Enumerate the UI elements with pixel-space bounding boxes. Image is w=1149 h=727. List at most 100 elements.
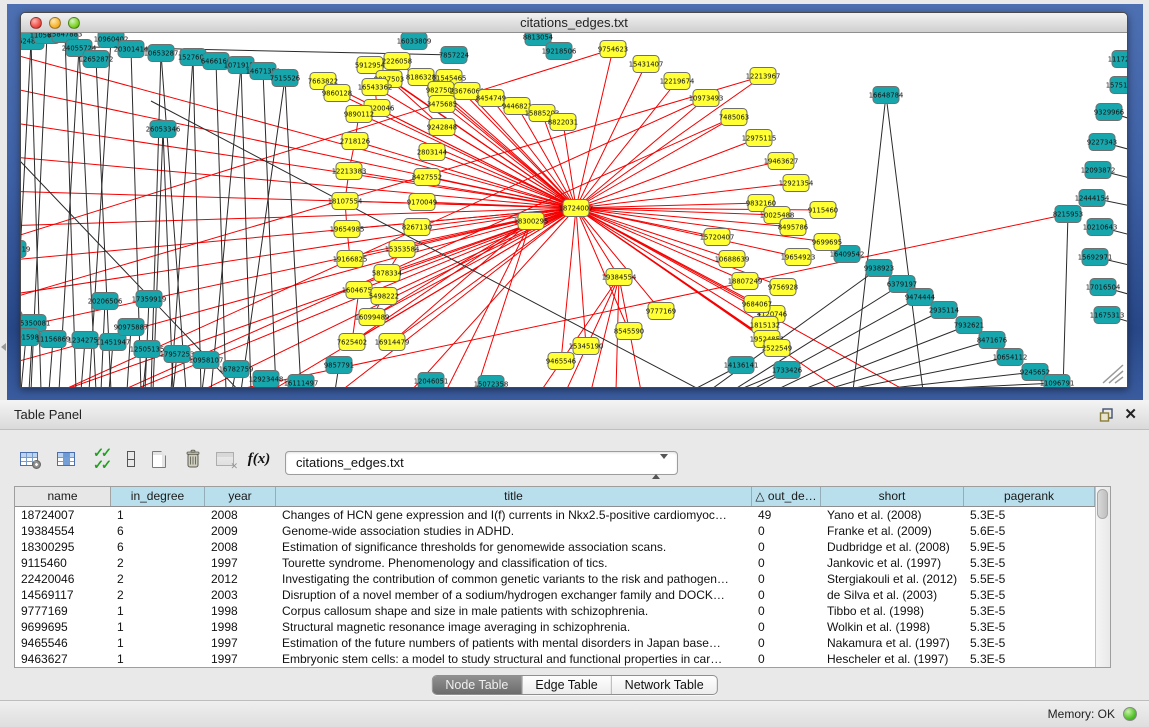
graph-node[interactable]: 12213383: [332, 163, 367, 180]
select-columns-button[interactable]: [53, 446, 79, 472]
graph-node[interactable]: 9474444: [905, 289, 935, 306]
graph-node[interactable]: 9938923: [864, 260, 894, 277]
table-row[interactable]: 1872400712008Changes of HCN gene express…: [15, 507, 1095, 523]
graph-node[interactable]: 11451947: [96, 334, 131, 351]
graph-node[interactable]: 11675313: [1090, 307, 1125, 324]
graph-node[interactable]: 2226058: [382, 53, 412, 70]
graph-node[interactable]: 15345190: [569, 338, 604, 355]
table-row[interactable]: 977716911998Corpus callosum shape and si…: [15, 603, 1095, 619]
table-vertical-scrollbar[interactable]: [1095, 487, 1110, 667]
graph-node[interactable]: 8545590: [614, 323, 644, 340]
column-header-in_degree[interactable]: in_degree: [111, 487, 205, 506]
graph-node[interactable]: 8822031: [548, 114, 578, 131]
graph-node[interactable]: 2935114: [929, 302, 959, 319]
graph-node[interactable]: 9754623: [598, 41, 628, 58]
graph-node[interactable]: 9115460: [808, 202, 838, 219]
graph-node[interactable]: 18724007: [559, 200, 594, 217]
table-source-dropdown[interactable]: citations_edges.txt: [285, 451, 678, 475]
graph-node[interactable]: 16099489: [355, 309, 390, 326]
graph-node[interactable]: 20532219: [21, 241, 30, 258]
graph-node[interactable]: 19463627: [764, 153, 799, 170]
graph-node[interactable]: 9329966: [1094, 104, 1124, 121]
graph-node[interactable]: 7932621: [954, 317, 984, 334]
graph-node[interactable]: 16111497: [284, 375, 319, 388]
column-header-short[interactable]: short: [821, 487, 964, 506]
graph-node[interactable]: 8427552: [412, 169, 442, 186]
network-canvas[interactable]: 1872400716248712110564142584788324055724…: [21, 33, 1127, 387]
graph-node[interactable]: 10654112: [993, 349, 1028, 366]
graph-node[interactable]: 8215953: [1053, 206, 1083, 223]
table-row[interactable]: 911546021997Tourette syndrome. Phenomeno…: [15, 555, 1095, 571]
graph-node[interactable]: 19166825: [333, 251, 368, 268]
table-row[interactable]: 946362711997Embryonic stem cells: a mode…: [15, 651, 1095, 667]
column-header-out_degree[interactable]: △ out_de…: [752, 487, 821, 506]
delete-column-button[interactable]: [180, 446, 206, 472]
graph-node[interactable]: 16648784: [869, 87, 904, 104]
graph-node[interactable]: 12921354: [779, 175, 814, 192]
table-row[interactable]: 2242004622012Investigating the contribut…: [15, 571, 1095, 587]
graph-node[interactable]: 10973493: [689, 90, 724, 107]
graph-node[interactable]: 2718126: [340, 133, 370, 150]
column-header-pagerank[interactable]: pagerank: [964, 487, 1095, 506]
graph-node[interactable]: 11156869: [36, 331, 71, 348]
graph-node[interactable]: 20206506: [88, 293, 123, 310]
graph-node[interactable]: 12652872: [79, 51, 114, 68]
graph-node[interactable]: 12219674: [660, 73, 695, 90]
graph-node[interactable]: 8471676: [977, 332, 1007, 349]
graph-node[interactable]: 8495786: [778, 219, 808, 236]
graph-node[interactable]: 15692971: [1078, 249, 1113, 266]
graph-node[interactable]: 8267130: [402, 219, 432, 236]
table-row[interactable]: 1938455462009Genome-wide association stu…: [15, 523, 1095, 539]
graph-node[interactable]: 5878334: [372, 265, 402, 282]
table-settings-button[interactable]: [16, 446, 42, 472]
graph-node[interactable]: 2522549: [762, 340, 792, 357]
graph-node[interactable]: 18107554: [328, 193, 363, 210]
graph-node[interactable]: 9465546: [546, 353, 576, 370]
close-window-button[interactable]: [30, 17, 42, 29]
column-header-year[interactable]: year: [205, 487, 276, 506]
delete-table-button[interactable]: [212, 446, 238, 472]
tab-node-table[interactable]: Node Table: [432, 676, 521, 694]
table-row[interactable]: 969969511998Structural magnetic resonanc…: [15, 619, 1095, 635]
graph-node[interactable]: 10210643: [1083, 219, 1118, 236]
graph-node[interactable]: 2803144: [417, 144, 447, 161]
graph-node[interactable]: 9699695: [812, 234, 842, 251]
graph-node[interactable]: 10688639: [715, 251, 750, 268]
scrollbar-thumb[interactable]: [1097, 489, 1108, 519]
graph-node[interactable]: 15720407: [700, 229, 735, 246]
graph-node[interactable]: 16543362: [358, 79, 393, 96]
graph-node[interactable]: 5498222: [369, 288, 399, 305]
select-all-button[interactable]: ✓✓✓✓: [88, 446, 114, 472]
graph-node[interactable]: 7515526: [270, 70, 300, 87]
graph-node[interactable]: 12213967: [746, 68, 781, 85]
row-height-button[interactable]: [118, 446, 144, 472]
graph-node[interactable]: 17359919: [132, 291, 167, 308]
graph-node[interactable]: 18300295: [514, 213, 549, 230]
tab-network-table[interactable]: Network Table: [611, 676, 717, 694]
graph-node[interactable]: 15751074: [1106, 77, 1127, 94]
graph-node[interactable]: 9860128: [322, 85, 352, 102]
graph-node[interactable]: 10653287: [144, 45, 179, 62]
graph-node[interactable]: 12093872: [1081, 162, 1116, 179]
graph-node[interactable]: 12923448: [249, 371, 284, 388]
graph-node[interactable]: 9242848: [427, 119, 457, 136]
table-row[interactable]: 1456911722003Disruption of a novel membe…: [15, 587, 1095, 603]
graph-node[interactable]: 16033809: [397, 33, 432, 50]
graph-node[interactable]: 11096791: [1040, 375, 1075, 388]
graph-node[interactable]: 19218506: [542, 43, 577, 60]
graph-node[interactable]: 26053346: [146, 121, 181, 138]
graph-node[interactable]: 19384554: [602, 269, 637, 286]
left-pane-collapse-arrow[interactable]: [1, 343, 6, 351]
new-column-button[interactable]: [146, 446, 172, 472]
graph-node[interactable]: 7485063: [719, 109, 749, 126]
close-panel-icon[interactable]: ✕: [1124, 405, 1137, 423]
tab-edge-table[interactable]: Edge Table: [521, 676, 610, 694]
graph-node[interactable]: 19654985: [330, 221, 365, 238]
graph-node[interactable]: 3475685: [427, 96, 457, 113]
citation-network-graph[interactable]: 1872400716248712110564142584788324055724…: [21, 33, 1127, 387]
table-row[interactable]: 946554611997Estimation of the future num…: [15, 635, 1095, 651]
graph-node[interactable]: 11172524: [1108, 51, 1127, 68]
column-header-title[interactable]: title: [276, 487, 752, 506]
memory-ok-indicator[interactable]: [1123, 707, 1137, 721]
column-header-name[interactable]: name: [15, 487, 111, 506]
